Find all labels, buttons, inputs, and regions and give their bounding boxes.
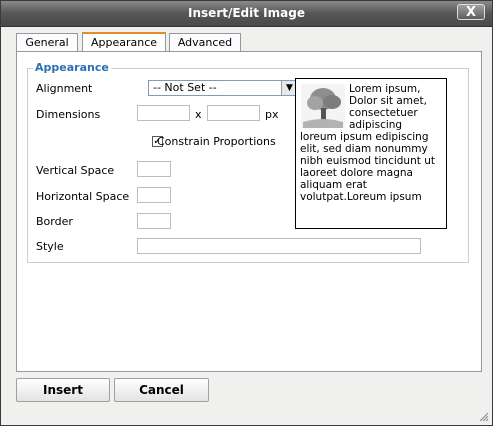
tab-advanced[interactable]: Advanced [169, 33, 241, 52]
border-label: Border [36, 215, 73, 228]
image-preview: Lorem ipsum, Dolor sit amet, consectetue… [295, 78, 447, 229]
height-input[interactable] [207, 105, 260, 121]
close-button[interactable]: X [457, 4, 485, 20]
style-label: Style [36, 240, 64, 253]
horizontal-space-input[interactable] [137, 187, 171, 203]
tab-general[interactable]: General [16, 33, 78, 52]
width-input[interactable] [137, 105, 190, 121]
title-bar[interactable]: Insert/Edit Image X [1, 1, 492, 27]
fieldset-legend: Appearance [33, 61, 111, 74]
border-input[interactable] [137, 213, 171, 229]
horizontal-space-label: Horizontal Space [36, 190, 130, 203]
vertical-space-label: Vertical Space [36, 164, 115, 177]
insert-edit-image-dialog: Insert/Edit Image X General Appearance A… [0, 0, 493, 426]
style-input[interactable] [137, 238, 421, 254]
appearance-panel: Appearance Alignment -- Not Set -- ▼ Dim… [16, 51, 482, 372]
dialog-title: Insert/Edit Image [188, 6, 305, 20]
cancel-button[interactable]: Cancel [114, 378, 209, 402]
alignment-label: Alignment [36, 82, 93, 95]
appearance-fieldset: Appearance Alignment -- Not Set -- ▼ Dim… [27, 61, 469, 263]
dimensions-separator: x [195, 108, 202, 121]
insert-button[interactable]: Insert [16, 378, 110, 402]
constrain-proportions-label: Constrain Proportions [157, 135, 276, 148]
alignment-select[interactable]: -- Not Set -- ▼ [148, 80, 298, 96]
tree-image-icon [301, 84, 345, 128]
tab-appearance[interactable]: Appearance [82, 32, 166, 52]
resize-grip-icon[interactable] [479, 412, 489, 422]
vertical-space-input[interactable] [137, 161, 171, 177]
alignment-value: -- Not Set -- [153, 81, 217, 94]
dimensions-label: Dimensions [36, 108, 101, 121]
dimensions-unit: px [265, 108, 279, 121]
